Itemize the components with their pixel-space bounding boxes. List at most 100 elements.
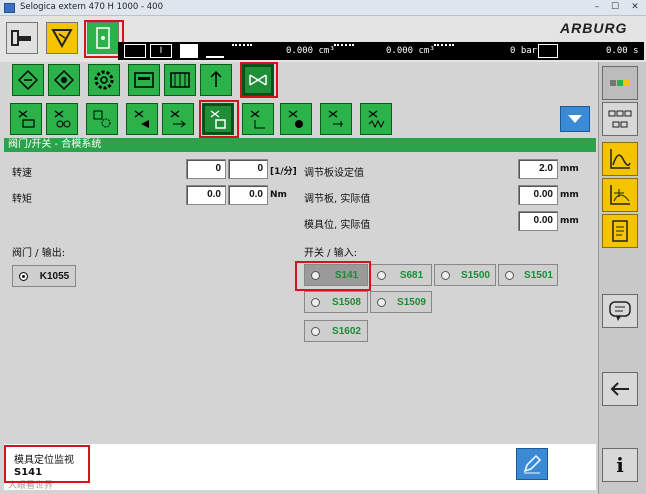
sub-button-10[interactable] [360, 103, 392, 135]
nav-button-6[interactable] [200, 64, 232, 96]
output-k1055[interactable]: K1055 [12, 265, 76, 287]
inputs-title: 开关 / 输入: [304, 248, 358, 259]
sub-button-2[interactable] [46, 103, 78, 135]
mold-actual-unit: mm [560, 216, 579, 226]
sub-button-7[interactable] [242, 103, 274, 135]
back-arrow-icon [610, 382, 629, 396]
input-s681[interactable]: S681 [370, 264, 432, 286]
gear-icon [94, 70, 114, 90]
quality-graph-button[interactable] [602, 178, 638, 212]
sub-button-9[interactable] [320, 103, 352, 135]
window-title: Selogica extern 470 H 1000 - 400 [20, 2, 163, 12]
hand-move-icon [53, 69, 75, 91]
input-label: S1602 [332, 325, 361, 337]
nav-button-valves[interactable] [242, 64, 274, 96]
minimize-button[interactable]: – [588, 1, 606, 14]
plate-actual-unit: mm [560, 190, 579, 200]
sub-button-3[interactable] [86, 103, 118, 135]
maximize-button[interactable]: ☐ [606, 1, 624, 14]
input-label: S1509 [397, 296, 426, 308]
ejector-icon [210, 70, 222, 87]
valve-sub-icon [250, 110, 265, 129]
pressure-icon [434, 44, 454, 58]
torque-actual-field: 0.0 [228, 185, 268, 205]
panel-icon [134, 72, 154, 88]
plate-set-unit: mm [560, 164, 579, 174]
mold-switch-icon [210, 110, 226, 129]
content-panel: 转速 0 0 [1/分] 转矩 0.0 0.0 Nm 调节板设定值 2.0 mm… [4, 152, 596, 442]
help-balloon-icon [609, 301, 631, 321]
network-button[interactable] [602, 102, 638, 136]
mold-setup-icon [170, 72, 190, 88]
close-button[interactable]: ✕ [626, 1, 644, 14]
input-s1509[interactable]: S1509 [370, 291, 432, 313]
input-state-indicator [505, 270, 514, 280]
sub-button-4[interactable] [126, 103, 158, 135]
sub-button-8[interactable] [280, 103, 312, 135]
input-label: S1500 [461, 269, 490, 281]
input-s1500[interactable]: S1500 [434, 264, 496, 286]
input-s1508[interactable]: S1508 [304, 291, 368, 313]
edit-icon [523, 454, 542, 474]
process-graph-button[interactable] [602, 142, 638, 176]
nav-button-5[interactable] [164, 64, 196, 96]
nav-button-4[interactable] [128, 64, 160, 96]
footer-value: S141 [14, 467, 43, 478]
mold-button[interactable] [87, 22, 119, 54]
tool-icon [180, 44, 198, 58]
sub-button-5[interactable] [162, 103, 194, 135]
mode-icon: I [150, 44, 172, 58]
hand-icon [206, 44, 224, 58]
valve-sub-icon [288, 110, 303, 128]
speed-set-field[interactable]: 0 [186, 159, 226, 179]
input-label: S1508 [332, 296, 361, 308]
input-state-indicator [377, 297, 386, 307]
injection-icon [124, 44, 146, 58]
speed-label: 转速 [12, 168, 32, 179]
watermark-text: 人眼看世界 [8, 481, 54, 491]
nav-button-3[interactable] [88, 64, 120, 96]
valve-sub-icon [54, 110, 71, 128]
nav-button-1[interactable] [12, 64, 44, 96]
valve-sub-icon [93, 110, 111, 128]
cycle-icon [538, 44, 558, 58]
torque-label: 转矩 [12, 194, 32, 205]
input-s1501[interactable]: S1501 [498, 264, 558, 286]
move-arrows-icon [17, 69, 39, 91]
sub-button-1[interactable] [10, 103, 42, 135]
dropdown-button[interactable] [560, 106, 590, 132]
valve-sub-icon [368, 110, 385, 129]
alarm-button[interactable] [46, 22, 78, 54]
valve-sub-icon [170, 110, 186, 128]
help-button[interactable] [602, 294, 638, 328]
sub-button-mold-switch[interactable] [202, 103, 234, 135]
torque-unit: Nm [270, 190, 287, 200]
input-state-indicator [311, 326, 320, 336]
outputs-title: 阀门 / 输出: [12, 248, 66, 259]
logbook-button[interactable] [602, 214, 638, 248]
dose-icon [232, 44, 252, 58]
status-value-1: 0.000 [286, 46, 314, 56]
input-s1602[interactable]: S1602 [304, 320, 368, 342]
plate-set-field[interactable]: 2.0 [518, 159, 558, 179]
output-label: K1055 [39, 270, 70, 282]
display-toggle-button[interactable] [602, 66, 638, 100]
machine-button[interactable] [6, 22, 38, 54]
valve-sub-icon [134, 110, 149, 128]
nav-button-2[interactable] [48, 64, 80, 96]
menu-down-icon [568, 115, 582, 123]
valve-sub-icon [328, 110, 343, 127]
edit-button[interactable] [516, 448, 548, 480]
plate-actual-field: 0.00 [518, 185, 558, 205]
mold-icon [96, 27, 110, 49]
speed-unit: [1/分] [270, 167, 297, 177]
status-value-2: 0.000 [386, 46, 414, 56]
output-state-indicator [19, 271, 28, 281]
torque-set-field[interactable]: 0.0 [186, 185, 226, 205]
back-button[interactable] [602, 372, 638, 406]
input-s141[interactable]: S141 [304, 264, 368, 286]
info-button[interactable]: i [602, 448, 638, 482]
input-label: S681 [399, 269, 424, 281]
status-value-4: 0.00 [606, 46, 628, 56]
cushion-icon [334, 44, 354, 58]
